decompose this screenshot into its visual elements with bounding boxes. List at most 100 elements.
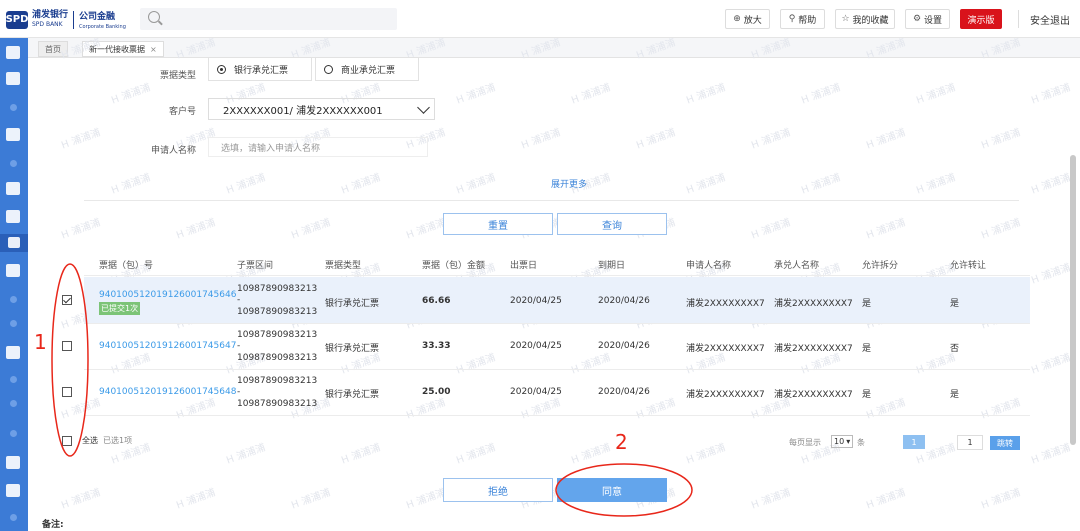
customer-select[interactable]: 2XXXXXX001/ 浦发2XXXXXX001 — [208, 98, 435, 120]
select-all-label[interactable]: 全选 — [82, 435, 98, 446]
chart-icon[interactable] — [6, 210, 20, 223]
favorites-button[interactable]: ☆ 我的收藏 — [835, 9, 895, 29]
acceptor: 浦发2XXXXXXXX7 — [774, 390, 853, 400]
col-amount: 票据（包）金额 — [422, 261, 486, 271]
watermark-text: H 浦浦浦 — [685, 172, 728, 197]
cart-icon[interactable] — [6, 456, 20, 469]
radio-commercial-acceptance[interactable]: 商业承兑汇票 — [315, 57, 419, 81]
customer-label: 客户号 — [168, 107, 196, 117]
logo-sub-cn: 公司金融 — [79, 12, 116, 22]
wallet-icon[interactable] — [6, 264, 20, 277]
watermark-text: H 浦浦浦 — [980, 217, 1023, 242]
col-due-date: 到期日 — [598, 261, 626, 271]
nav-dot-icon[interactable] — [10, 430, 17, 437]
bill-icon[interactable] — [8, 237, 20, 248]
agree-button[interactable]: 同意 — [557, 478, 667, 502]
spd-bank-logo[interactable]: SPD 浦发银行 SPD BANK 公司金融 Corporate Banking — [6, 9, 126, 30]
watermark-text: H 浦浦浦 — [340, 172, 383, 197]
nav-dot-icon[interactable] — [10, 296, 17, 303]
chevron-down-icon: ▾ — [846, 437, 851, 446]
watermark-text: H 浦浦浦 — [1030, 82, 1073, 107]
watermark-text: H 浦浦浦 — [60, 217, 103, 242]
bill-type: 银行承兑汇票 — [325, 390, 380, 400]
bill-no-link[interactable]: 940100512019126001745646 — [99, 290, 236, 300]
select-all-checkbox[interactable] — [62, 436, 72, 446]
demo-badge[interactable]: 演示版 — [960, 9, 1002, 29]
document-icon[interactable] — [6, 128, 20, 141]
expand-more-link[interactable]: 展开更多 — [551, 177, 587, 190]
watermark-text: H 浦浦浦 — [1030, 442, 1073, 467]
computer-icon[interactable] — [6, 182, 20, 195]
logo-en: SPD BANK — [32, 21, 63, 28]
range-end: 10987890983213 — [237, 399, 318, 409]
watermark-text: H 浦浦浦 — [980, 487, 1023, 512]
nav-dot-icon[interactable] — [10, 514, 17, 521]
vertical-scrollbar[interactable] — [1070, 155, 1076, 445]
global-search-input[interactable] — [140, 8, 397, 30]
radio-checked-icon — [217, 64, 226, 74]
tab-receive-bills[interactable]: 新一代接收票据 × — [82, 41, 164, 57]
row-checkbox[interactable] — [62, 295, 72, 305]
logo-cn: 浦发银行 — [32, 10, 69, 20]
reset-button[interactable]: 重置 — [443, 213, 553, 235]
nav-dot-icon[interactable] — [10, 160, 17, 167]
left-sidebar — [0, 38, 28, 531]
acceptor: 浦发2XXXXXXXX7 — [774, 299, 853, 309]
nav-dot-icon[interactable] — [10, 104, 17, 111]
range-start: 10987890983213 — [237, 376, 318, 386]
watermark-text: H 浦浦浦 — [60, 127, 103, 152]
close-icon[interactable]: × — [150, 45, 157, 54]
bill-type: 银行承兑汇票 — [325, 344, 380, 354]
current-page-button[interactable]: 1 — [903, 435, 925, 449]
watermark-text: H 浦浦浦 — [750, 217, 793, 242]
search-icon — [148, 11, 160, 23]
submitted-badge: 已提交1次 — [99, 302, 141, 315]
row-checkbox[interactable] — [62, 387, 72, 397]
allow-transfer: 是 — [950, 390, 960, 400]
col-range: 子票区间 — [237, 261, 274, 271]
watermark-text: H 浦浦浦 — [685, 82, 728, 107]
watermark-text: H 浦浦浦 — [520, 127, 563, 152]
home-icon[interactable] — [6, 46, 20, 59]
goto-page-input[interactable]: 1 — [957, 435, 983, 450]
watermark-text: H 浦浦浦 — [750, 487, 793, 512]
annotation-number-2: 2 — [615, 430, 628, 454]
nav-dot-icon[interactable] — [10, 400, 17, 407]
logout-link[interactable]: 安全退出 — [1030, 12, 1070, 27]
goto-button[interactable]: 跳转 — [990, 436, 1020, 450]
watermark-text: H 浦浦浦 — [455, 172, 498, 197]
bill-no-link[interactable]: 940100512019126001745647 — [99, 341, 236, 351]
reject-button[interactable]: 拒绝 — [443, 478, 553, 502]
help-button[interactable]: ⚲ 帮助 — [780, 9, 825, 29]
nav-dot-icon[interactable] — [10, 320, 17, 327]
radio-bank-acceptance[interactable]: 银行承兑汇票 — [208, 57, 312, 81]
query-button[interactable]: 查询 — [557, 213, 667, 235]
bill-no-link[interactable]: 940100512019126001745648 — [99, 387, 236, 397]
range-sep: - — [237, 295, 241, 305]
amount: 25.00 — [422, 387, 451, 397]
allow-transfer: 否 — [950, 344, 960, 354]
nav-dot-icon[interactable] — [10, 376, 17, 383]
watermark-text: H 浦浦浦 — [570, 442, 613, 467]
col-transfer: 允许转让 — [950, 261, 987, 271]
col-acceptor: 承兑人名称 — [774, 261, 820, 271]
issue-date: 2020/04/25 — [510, 341, 562, 351]
allow-split: 是 — [862, 299, 872, 309]
watermark-text: H 浦浦浦 — [405, 487, 448, 512]
watermark-text: H 浦浦浦 — [1030, 262, 1073, 287]
zoom-button[interactable]: ⊕ 放大 — [725, 9, 770, 29]
tab-home[interactable]: 首页 — [38, 41, 68, 57]
card-icon[interactable] — [6, 72, 20, 85]
applicant: 浦发2XXXXXXXX7 — [686, 390, 765, 400]
watermark-text: H 浦浦浦 — [340, 442, 383, 467]
allow-split: 是 — [862, 390, 872, 400]
settings-button[interactable]: ⚙ 设置 — [905, 9, 950, 29]
tab-bar: 首页 新一代接收票据 × — [28, 38, 1080, 58]
per-page-select[interactable]: 10 ▾ — [831, 435, 853, 448]
wallet-icon[interactable] — [6, 484, 20, 497]
applicant-input[interactable]: 选填，请输入申请人名称 — [208, 137, 428, 157]
range-end: 10987890983213 — [237, 307, 318, 317]
row-checkbox[interactable] — [62, 341, 72, 351]
building-icon[interactable] — [6, 346, 20, 359]
watermark-text: H 浦浦浦 — [800, 82, 843, 107]
